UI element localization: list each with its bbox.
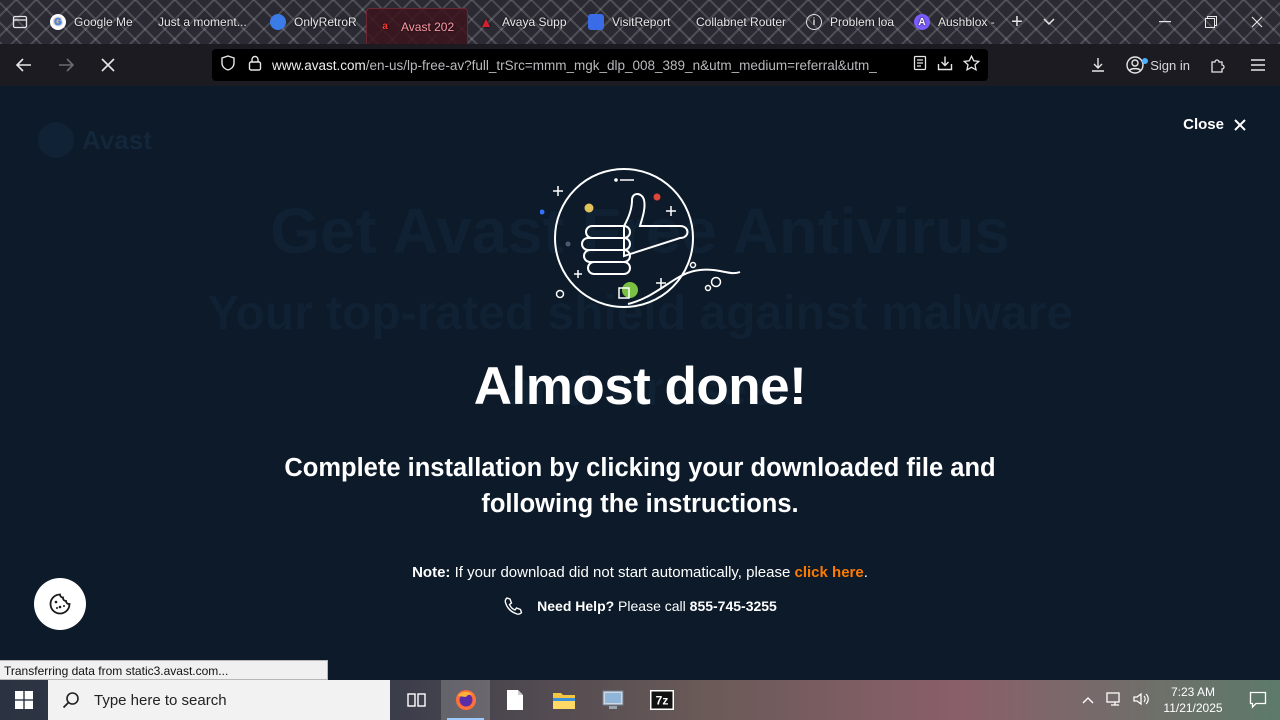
help-label: Need Help? (537, 598, 615, 614)
tab-collabnet[interactable]: Collabnet Router (686, 0, 796, 44)
extensions-puzzle-icon[interactable] (1200, 43, 1236, 87)
network-icon[interactable] (1106, 691, 1124, 710)
tab-label: VisitReport (612, 15, 671, 29)
tab-label: Aushblox - (938, 15, 995, 29)
sign-in-label: Sign in (1150, 57, 1190, 73)
restore-window-icon[interactable] (1188, 0, 1234, 44)
clock-date: 11/21/2025 (1163, 701, 1223, 715)
note-text: If your download did not start automatic… (450, 564, 795, 581)
tab-avaya[interactable]: ▲ Avaya Supp (468, 0, 578, 44)
tab-visitreport[interactable]: VisitReport (578, 0, 686, 44)
tab-problem-loading[interactable]: i Problem loa (796, 0, 904, 44)
tracking-protection-shield-icon[interactable] (220, 54, 236, 76)
windows-start-icon[interactable] (0, 680, 48, 720)
cookie-settings-button[interactable] (34, 578, 86, 630)
sign-in-button[interactable]: Sign in (1116, 56, 1200, 74)
tab-onlyretro[interactable]: OnlyRetroR (260, 0, 366, 44)
tab-label: Google Me (74, 15, 133, 29)
note-label: Note: (412, 564, 451, 581)
clock-time: 7:23 AM (1170, 685, 1216, 699)
navigation-toolbar: www.avast.com/en-us/lp-free-av?full_trSr… (0, 44, 1280, 86)
tab-label: OnlyRetroR (294, 15, 357, 29)
note-end: . (863, 564, 868, 581)
svg-text:7z: 7z (655, 694, 668, 708)
tab-label: Avaya Supp (502, 15, 567, 29)
url-path: /en-us/lp-free-av?full_trSrc=mmm_mgk_dlp… (365, 57, 877, 73)
taskbar-search-box[interactable]: Type here to search (48, 680, 390, 720)
help-phone-number[interactable]: 855-745-3255 (690, 598, 777, 614)
forward-arrow-icon[interactable] (48, 47, 84, 83)
instruction-text: Complete installation by clicking your d… (284, 454, 996, 518)
close-label: Close (1183, 116, 1224, 133)
tab-google[interactable]: G Google Me (40, 0, 148, 44)
avast-favicon-icon: a (382, 21, 388, 32)
tab-strip: G Google Me Just a moment... OnlyRetroR … (0, 0, 1280, 44)
browser-status-bar: Transferring data from static3.avast.com… (0, 660, 328, 680)
stop-loading-icon[interactable] (90, 47, 126, 83)
google-favicon-icon: G (50, 14, 66, 30)
visitreport-favicon-icon (588, 14, 604, 30)
search-placeholder: Type here to search (94, 691, 227, 709)
app-menu-hamburger-icon[interactable] (1236, 43, 1280, 87)
url-host: www.avast.com (272, 57, 366, 73)
onlyretro-favicon-icon (270, 14, 286, 30)
network-app-taskbar-icon[interactable] (588, 680, 637, 720)
firefox-taskbar-icon[interactable] (441, 680, 490, 720)
file-explorer-folder-icon[interactable] (539, 680, 588, 720)
windows-taskbar: Type here to search 7z 7:23 AM 11/21/202… (0, 680, 1280, 720)
7zip-taskbar-icon[interactable]: 7z (637, 680, 686, 720)
show-hidden-icons-chevron-up-icon[interactable] (1078, 693, 1098, 707)
help-line: Need Help? Please call 855-745-3255 (0, 596, 1280, 616)
tab-label: Avast 202 (401, 19, 455, 34)
close-window-icon[interactable] (1234, 0, 1280, 44)
list-all-tabs-icon[interactable] (0, 0, 40, 44)
help-text: Please call (614, 598, 690, 614)
task-view-icon[interactable] (392, 680, 441, 720)
lock-icon[interactable] (248, 55, 262, 76)
taskbar-clock[interactable]: 7:23 AM 11/21/2025 (1158, 684, 1228, 716)
page-title: Almost done! (473, 357, 807, 416)
tab-just-a-moment[interactable]: Just a moment... (148, 0, 260, 44)
document-taskbar-icon[interactable] (490, 680, 539, 720)
tab-label: Collabnet Router (696, 15, 787, 29)
tab-aushblox[interactable]: A Aushblox - (904, 0, 1000, 44)
avaya-favicon-icon: ▲ (479, 14, 493, 30)
minimize-window-icon[interactable] (1142, 0, 1188, 44)
aushblox-favicon-icon: A (914, 14, 930, 30)
info-icon: i (806, 14, 822, 30)
search-icon (62, 692, 79, 709)
tab-overflow-chevron-down-icon[interactable] (1034, 0, 1064, 44)
tab-label: Problem loa (830, 15, 895, 29)
avast-logo-icon (38, 122, 74, 158)
new-tab-icon[interactable]: + (1000, 0, 1034, 44)
action-center-notification-icon[interactable] (1236, 680, 1280, 720)
address-bar[interactable]: www.avast.com/en-us/lp-free-av?full_trSr… (212, 49, 988, 81)
download-note: Note: If your download did not start aut… (0, 564, 1280, 581)
cookie-icon (49, 593, 71, 615)
background-avast-logo: Avast (38, 122, 152, 158)
system-tray: 7:23 AM 11/21/2025 (1078, 680, 1280, 720)
reader-view-icon[interactable] (913, 55, 927, 76)
phone-icon (504, 597, 523, 615)
bookmark-star-icon[interactable] (962, 54, 981, 76)
tab-avast[interactable]: a Avast 202 ✕ (366, 8, 468, 44)
notification-dot (1142, 58, 1149, 64)
save-to-pocket-icon[interactable] (937, 55, 953, 76)
click-here-link[interactable]: click here (795, 564, 864, 581)
url-text[interactable]: www.avast.com/en-us/lp-free-av?full_trSr… (272, 58, 890, 73)
tab-label: Just a moment... (158, 15, 247, 29)
downloads-icon[interactable] (1080, 43, 1116, 87)
close-icon (1234, 118, 1246, 131)
volume-speaker-icon[interactable] (1132, 691, 1150, 710)
back-arrow-icon[interactable] (6, 47, 42, 83)
thumbs-up-illustration (540, 168, 741, 308)
close-button[interactable]: Close (1183, 116, 1246, 133)
page-content: Avast Get Avast Free Antivirus Your top-… (0, 86, 1280, 680)
